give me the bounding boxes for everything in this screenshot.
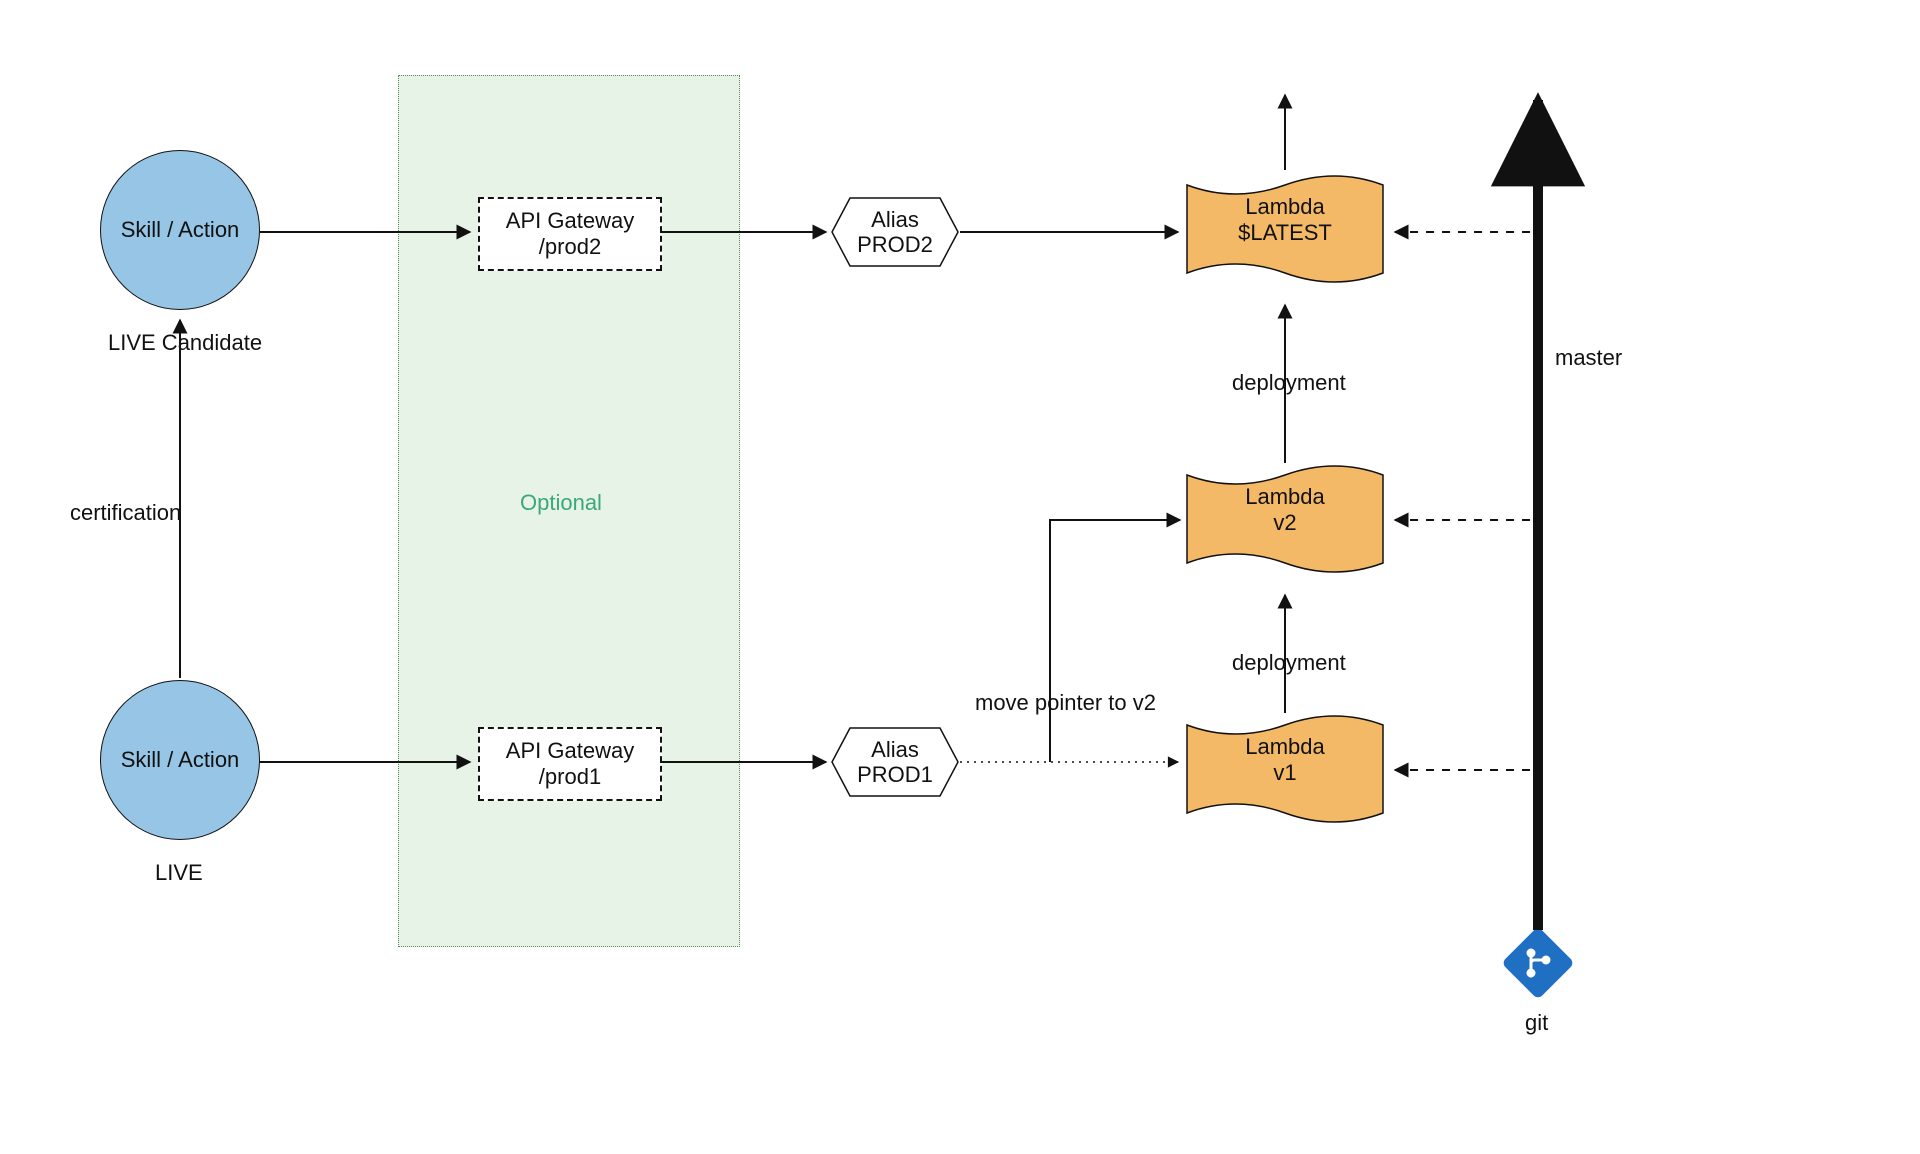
deployment-label-upper: deployment <box>1232 370 1346 396</box>
api-gateway-top-title: API Gateway <box>506 208 634 234</box>
lambda-latest-version: $LATEST <box>1238 220 1332 246</box>
lambda-v2-title: Lambda <box>1245 484 1325 510</box>
alias-top-name: PROD2 <box>857 232 933 257</box>
skill-top-circle: Skill / Action <box>100 150 260 310</box>
alias-bottom-hexagon: Alias PROD1 <box>830 726 960 798</box>
skill-bottom-caption: LIVE <box>155 860 203 886</box>
skill-top-label: Skill / Action <box>121 217 240 242</box>
lambda-latest-title: Lambda <box>1238 194 1332 220</box>
skill-bottom-label: Skill / Action <box>121 747 240 772</box>
skill-bottom-circle: Skill / Action <box>100 680 260 840</box>
lambda-latest: Lambda $LATEST <box>1185 165 1385 295</box>
optional-label: Optional <box>520 490 602 516</box>
git-branch-icon <box>1521 946 1555 980</box>
api-gateway-bottom: API Gateway /prod1 <box>478 727 662 801</box>
certification-label: certification <box>70 500 181 526</box>
lambda-v1-version: v1 <box>1245 760 1325 786</box>
api-gateway-top: API Gateway /prod2 <box>478 197 662 271</box>
lambda-v1: Lambda v1 <box>1185 705 1385 835</box>
connectors-layer <box>0 0 1920 1154</box>
lambda-v2: Lambda v2 <box>1185 455 1385 585</box>
api-gateway-bottom-path: /prod1 <box>539 764 601 790</box>
lambda-v2-version: v2 <box>1245 510 1325 536</box>
alias-bottom-name: PROD1 <box>857 762 933 787</box>
move-pointer-label: move pointer to v2 <box>975 690 1156 716</box>
lambda-v1-title: Lambda <box>1245 734 1325 760</box>
diagram-stage: Optional Skill / Action LIVE Candidate S… <box>0 0 1920 1154</box>
master-label: master <box>1555 345 1622 371</box>
alias-bottom-title: Alias <box>857 737 933 762</box>
api-gateway-top-path: /prod2 <box>539 234 601 260</box>
alias-top-hexagon: Alias PROD2 <box>830 196 960 268</box>
deployment-label-lower: deployment <box>1232 650 1346 676</box>
skill-top-caption: LIVE Candidate <box>108 330 262 356</box>
alias-top-title: Alias <box>857 207 933 232</box>
api-gateway-bottom-title: API Gateway <box>506 738 634 764</box>
git-label: git <box>1525 1010 1548 1036</box>
